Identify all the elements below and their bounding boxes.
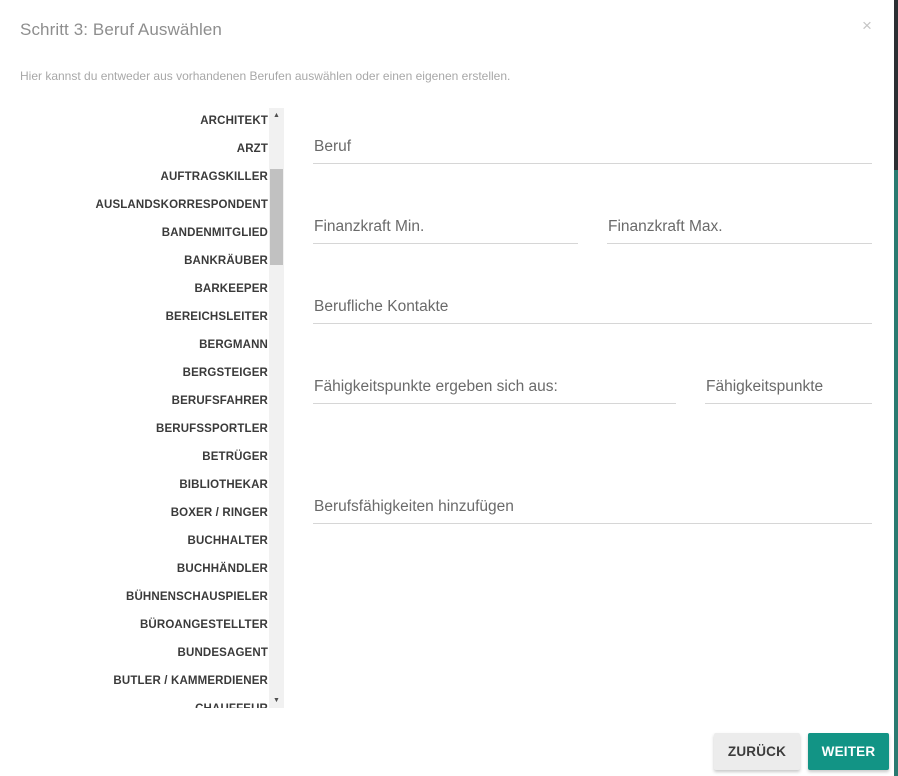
finanzkraft-min-field[interactable]: Finanzkraft Min. [313,203,578,244]
profession-list-item[interactable]: BERGSTEIGER [20,359,268,387]
scrollbar-thumb[interactable] [270,169,283,265]
profession-list-item[interactable]: ARCHITEKT [20,108,268,135]
choose-profession-dialog: Schritt 3: Beruf Auswählen × Hier kannst… [0,0,894,776]
finanzkraft-max-label: Finanzkraft Max. [608,218,723,235]
scroll-up-icon[interactable]: ▲ [269,108,284,123]
profession-list-item[interactable]: BOXER / RINGER [20,499,268,527]
beruf-field[interactable]: Beruf [313,123,872,164]
profession-list-container: ARCHITEKT ARZT AUFTRAGSKILLER AUSLANDSKORRE… [20,108,285,708]
background-page-edge-dark [894,0,898,170]
background-page-edge [894,0,898,776]
back-button[interactable]: ZURÜCK [714,733,800,770]
profession-list-item[interactable]: BETRÜGER [20,443,268,471]
profession-list-item[interactable]: BANDENMITGLIED [20,219,268,247]
profession-list-item[interactable]: BÜHNENSCHAUSPIELER [20,583,268,611]
profession-list-item[interactable]: CHAUFFEUR [20,695,268,708]
profession-list-item[interactable]: BANKRÄUBER [20,247,268,275]
profession-list-item[interactable]: BUCHHALTER [20,527,268,555]
faehigkeitspunkte-field[interactable]: Fähigkeitspunkte [705,363,872,404]
profession-list-item[interactable]: AUFTRAGSKILLER [20,163,268,191]
faehigkeitspunkte-label: Fähigkeitspunkte [706,378,824,395]
profession-list-item[interactable]: ARZT [20,135,268,163]
berufsfaehigkeiten-label: Berufsfähigkeiten hinzufügen [314,498,514,515]
profession-list-item[interactable]: BUCHHÄNDLER [20,555,268,583]
profession-list-item[interactable]: AUSLANDSKORRESPONDENT [20,191,268,219]
berufliche-kontakte-field[interactable]: Berufliche Kontakte [313,283,872,324]
dialog-description: Hier kannst du entweder aus vorhandenen … [20,69,511,83]
profession-list-item[interactable]: BERUFSSPORTLER [20,415,268,443]
faehigkeitspunkte-quelle-field[interactable]: Fähigkeitspunkte ergeben sich aus: [313,363,676,404]
finanzkraft-min-label: Finanzkraft Min. [314,218,425,235]
profession-list[interactable]: ARCHITEKT ARZT AUFTRAGSKILLER AUSLANDSKORRE… [20,108,268,708]
profession-list-item[interactable]: BEREICHSLEITER [20,303,268,331]
profession-list-scrollbar[interactable]: ▲ ▼ [269,108,284,708]
next-button[interactable]: WEITER [808,733,889,770]
profession-list-item[interactable]: BERUFSFAHRER [20,387,268,415]
profession-list-item[interactable]: BIBLIOTHEKAR [20,471,268,499]
finanzkraft-max-field[interactable]: Finanzkraft Max. [607,203,872,244]
profession-list-items: ARCHITEKT ARZT AUFTRAGSKILLER AUSLANDSKORRE… [20,108,268,708]
close-icon[interactable]: × [859,17,875,35]
scroll-down-icon[interactable]: ▼ [269,693,284,708]
beruf-label: Beruf [314,138,352,155]
dialog-title: Schritt 3: Beruf Auswählen [20,20,222,39]
faehigkeitspunkte-quelle-label: Fähigkeitspunkte ergeben sich aus: [314,378,558,395]
profession-list-item[interactable]: BUTLER / KAMMERDIENER [20,667,268,695]
berufsfaehigkeiten-field[interactable]: Berufsfähigkeiten hinzufügen [313,483,872,524]
berufliche-kontakte-label: Berufliche Kontakte [314,298,449,315]
profession-list-item[interactable]: BERGMANN [20,331,268,359]
profession-list-item[interactable]: BARKEEPER [20,275,268,303]
profession-list-item[interactable]: BUNDESAGENT [20,639,268,667]
profession-list-item[interactable]: BÜROANGESTELLTER [20,611,268,639]
